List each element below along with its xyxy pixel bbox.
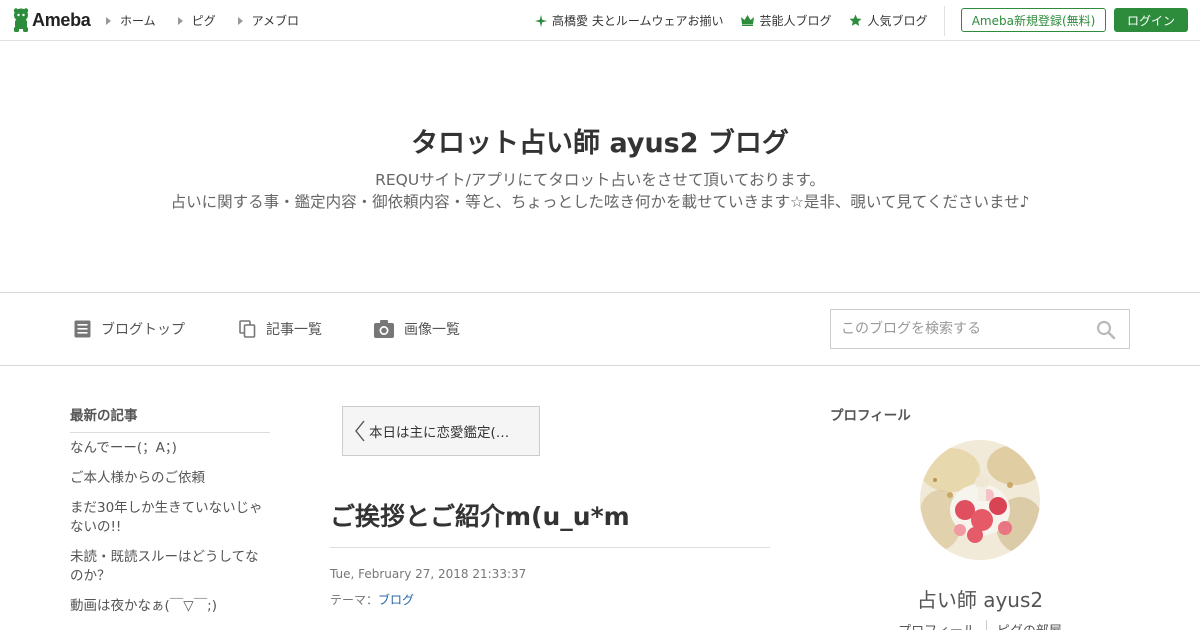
blog-nav-images[interactable]: 画像一覧 (374, 319, 460, 339)
pigg-room-link[interactable]: ピグの部屋 (997, 620, 1062, 630)
login-button[interactable]: ログイン (1114, 8, 1188, 32)
profile-links-divider (985, 620, 987, 630)
sparkle-icon (535, 14, 547, 27)
profile-links: プロフィール ピグの部屋 (830, 620, 1130, 630)
entry-theme-label: テーマ： (330, 593, 379, 607)
recent-item[interactable]: ご本人様からのご依頼 (70, 469, 270, 488)
blog-search-input[interactable] (831, 310, 1091, 348)
nav-pigg[interactable]: ピグ (177, 12, 216, 29)
header-links: 高橋愛 夫とルームウェアお揃い 芸能人ブログ 人気ブログ (535, 12, 946, 29)
header-link-celebrity-label: 芸能人ブログ (759, 14, 832, 28)
entry-title[interactable]: ご挨拶とご紹介m(u_u*m (330, 497, 630, 533)
search-icon[interactable] (1096, 320, 1116, 344)
triangle-right-icon (237, 16, 243, 25)
recent-list: なんでーー(；A；) ご本人様からのご依頼 まだ30年しか生きていないじゃないの… (70, 439, 270, 616)
profile-name[interactable]: 占い師 ayus2 (830, 584, 1130, 613)
blog-search (830, 309, 1130, 349)
register-button[interactable]: Ameba新規登録(無料) (961, 8, 1106, 32)
nav-pigg-label: ピグ (191, 14, 216, 28)
copy-icon (239, 320, 256, 338)
prev-entry-label: 本日は主に恋愛鑑定(… (369, 425, 510, 441)
profile-link[interactable]: プロフィール (898, 620, 976, 630)
profile-title: プロフィール (830, 408, 911, 424)
camera-icon (374, 320, 394, 338)
triangle-right-icon (106, 16, 111, 25)
global-header: Ameba ホーム ピグ アメブロ 高橋愛 夫とルームウェアお揃い 芸能人ブログ… (0, 0, 1200, 41)
blog-header: タロット占い師 ayus2 ブログ REQUサイト/アプリにてタロット占いをさせ… (0, 41, 1200, 293)
sidebar-profile: プロフィール (830, 404, 1130, 432)
recent-item[interactable]: 未読・既読スルーはどうしてなのか？ (70, 548, 270, 586)
header-divider (944, 6, 945, 36)
blog-nav-images-label: 画像一覧 (404, 322, 460, 338)
blog-nav: ブログトップ 記事一覧 画像一覧 (0, 293, 1200, 366)
recent-title: 最新の記事 (70, 404, 270, 433)
triangle-right-icon (177, 16, 183, 25)
nav-ameblo-label: アメブロ (251, 14, 300, 28)
logo-text: Ameba (32, 9, 91, 30)
nav-home-label: ホーム (120, 14, 156, 28)
recent-item[interactable]: 動画は夜かなぁ(￣▽￣;) (70, 597, 270, 616)
blog-description-line-1: REQUサイト/アプリにてタロット占いをさせて頂いております。 (375, 171, 825, 189)
header-link-topic-label: 高橋愛 夫とルームウェアお揃い (552, 14, 724, 28)
header-link-popular[interactable]: 人気ブログ (849, 12, 928, 29)
ameba-logo[interactable]: Ameba (12, 7, 91, 33)
recent-item[interactable]: なんでーー(；A；) (70, 439, 270, 458)
nav-ameblo[interactable]: アメブロ (237, 12, 300, 29)
ameba-mascot-icon (12, 8, 30, 32)
blog-nav-entries[interactable]: 記事一覧 (239, 319, 322, 339)
document-icon (74, 320, 91, 338)
avatar[interactable] (920, 440, 1040, 560)
prev-entry-link[interactable]: 本日は主に恋愛鑑定(… (342, 406, 540, 456)
entry-divider (330, 547, 770, 548)
crown-icon (741, 15, 755, 26)
blog-title[interactable]: タロット占い師 ayus2 ブログ (0, 121, 1200, 160)
header-link-celebrity[interactable]: 芸能人ブログ (741, 12, 831, 29)
entry-date: Tue, February 27, 2018 21:33:37 (330, 567, 527, 581)
chevron-left-icon (355, 420, 365, 442)
header-link-topic[interactable]: 高橋愛 夫とルームウェアお揃い (535, 12, 723, 29)
recent-item[interactable]: まだ30年しか生きていないじゃないの!! (70, 499, 270, 537)
blog-nav-top[interactable]: ブログトップ (74, 319, 185, 339)
header-link-popular-label: 人気ブログ (867, 14, 928, 28)
star-icon (849, 14, 862, 27)
sidebar-recent: 最新の記事 なんでーー(；A；) ご本人様からのご依頼 まだ30年しか生きていな… (70, 404, 270, 627)
entry-theme-link[interactable]: ブログ (378, 593, 414, 607)
blog-description: REQUサイト/アプリにてタロット占いをさせて頂いております。 占いに関する事・… (0, 169, 1200, 213)
blog-description-line-2: 占いに関する事・鑑定内容・御依頼内容・等と、ちょっとした呟き何かを載せていきます… (170, 193, 1030, 211)
blog-nav-top-label: ブログトップ (101, 322, 185, 338)
nav-home[interactable]: ホーム (106, 12, 156, 29)
blog-nav-entries-label: 記事一覧 (266, 322, 322, 338)
global-nav: ホーム ピグ アメブロ (106, 12, 321, 29)
entry-theme: テーマ：ブログ (330, 591, 414, 608)
